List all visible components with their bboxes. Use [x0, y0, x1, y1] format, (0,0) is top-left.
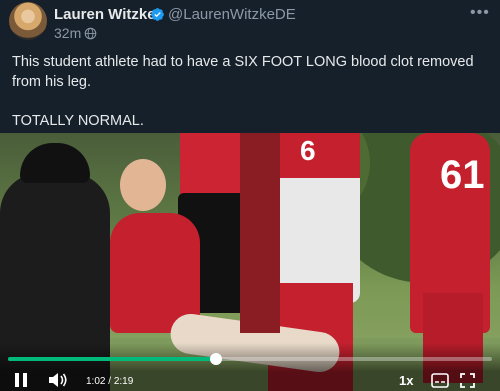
- video-scrubber-handle[interactable]: [210, 353, 223, 365]
- post-text: This student athlete had to have a SIX F…: [12, 52, 490, 131]
- video-elapsed-time: 1:02: [86, 376, 106, 387]
- video-progress-bar[interactable]: [8, 353, 492, 365]
- volume-icon[interactable]: [48, 372, 68, 388]
- captions-icon[interactable]: [431, 373, 449, 388]
- post-timestamp[interactable]: 32m: [54, 25, 81, 41]
- video-controls: [0, 343, 500, 391]
- pause-icon[interactable]: [14, 372, 28, 388]
- jersey-number: 6: [300, 135, 316, 166]
- fullscreen-icon[interactable]: [460, 373, 475, 388]
- video-time-readout: 1:02 / 2:19: [86, 376, 133, 387]
- video-coach-cap: [20, 143, 90, 183]
- more-options-icon[interactable]: •••: [470, 4, 490, 22]
- verified-badge-icon: [151, 8, 164, 21]
- video-progress-fill: [8, 357, 217, 361]
- author-handle[interactable]: @LaurenWitzkeDE: [168, 6, 296, 23]
- jersey-number: 61: [440, 153, 485, 197]
- globe-icon: [84, 27, 97, 40]
- author-name[interactable]: Lauren Witzke: [54, 6, 156, 23]
- video-time-separator: /: [108, 376, 112, 387]
- video-background-player: [240, 133, 280, 333]
- post-text-line: This student athlete had to have a SIX F…: [12, 54, 474, 90]
- post-text-line: TOTALLY NORMAL.: [12, 113, 144, 129]
- playback-speed-button[interactable]: 1x: [399, 373, 413, 388]
- video-duration: 2:19: [113, 376, 134, 387]
- video-seated-player-head: [120, 159, 166, 211]
- post-header: Lauren Witzke @LaurenWitzkeDE 32m •••: [0, 0, 500, 44]
- avatar[interactable]: [9, 2, 47, 40]
